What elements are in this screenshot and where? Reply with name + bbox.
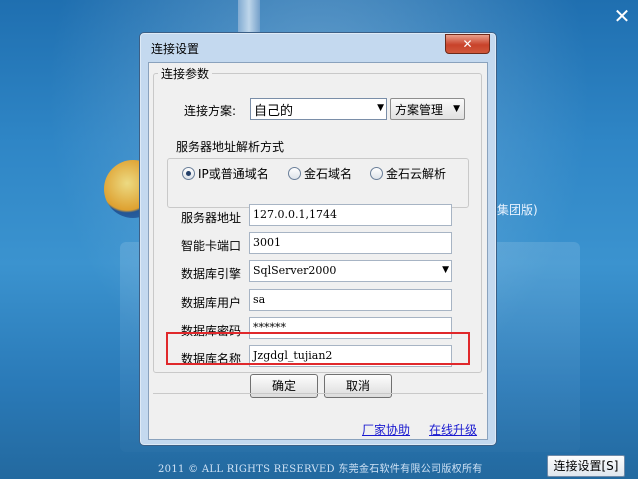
vendor-help-link[interactable]: 厂家协助 [362, 421, 410, 438]
dialog-titlebar[interactable]: 连接设置 ✕ [140, 33, 496, 61]
ok-button[interactable]: 确定 [250, 374, 318, 398]
connection-settings-button[interactable]: 连接设置[S] [547, 455, 625, 477]
radio-ip-domain[interactable] [182, 167, 195, 180]
radio-jinshi-domain-label[interactable]: 金石域名 [304, 165, 352, 182]
db-name-highlight-box [166, 332, 470, 365]
server-address-input[interactable]: 127.0.0.1,1744 [249, 204, 452, 226]
server-address-value: 127.0.0.1,1744 [253, 208, 337, 221]
scheme-manage-button[interactable]: 方案管理 ▼ [390, 98, 465, 120]
db-engine-select[interactable]: SqlServer2000 ▼ [249, 260, 452, 282]
db-engine-value: SqlServer2000 [253, 264, 337, 277]
db-user-input[interactable]: sa [249, 289, 452, 311]
online-upgrade-link[interactable]: 在线升级 [429, 421, 477, 438]
chevron-down-icon: ▼ [377, 103, 384, 113]
scheme-select-value: 自己的 [254, 104, 294, 119]
db-user-label: 数据库用户 [181, 296, 242, 310]
db-user-value: sa [253, 293, 266, 306]
radio-ip-domain-label[interactable]: IP或普通域名 [198, 165, 269, 182]
chevron-down-icon: ▼ [453, 104, 460, 114]
dialog-title: 连接设置 [151, 42, 200, 56]
radio-jinshi-cloud-label[interactable]: 金石云解析 [386, 165, 446, 182]
radio-jinshi-cloud[interactable] [370, 167, 383, 180]
close-icon: ✕ [462, 37, 473, 51]
cancel-button[interactable]: 取消 [324, 374, 392, 398]
radio-jinshi-domain[interactable] [288, 167, 301, 180]
card-port-input[interactable]: 3001 [249, 232, 452, 254]
background-brand-text: 集团版) [497, 203, 538, 217]
connection-settings-dialog: 连接设置 ✕ 连接参数 连接方案: 自己的 ▼ 方案管理 ▼ 服务器地址解析方式… [139, 32, 497, 446]
server-address-label: 服务器地址 [181, 211, 242, 225]
card-port-label: 智能卡端口 [181, 239, 242, 253]
scheme-manage-label: 方案管理 [395, 103, 444, 117]
db-engine-label: 数据库引擎 [181, 267, 242, 281]
resolve-method-title: 服务器地址解析方式 [173, 138, 288, 155]
connection-params-title: 连接参数 [158, 65, 213, 82]
dialog-close-button[interactable]: ✕ [445, 34, 490, 54]
dialog-body: 连接参数 连接方案: 自己的 ▼ 方案管理 ▼ 服务器地址解析方式 IP或普通域… [148, 62, 488, 440]
card-port-value: 3001 [253, 236, 281, 249]
chevron-down-icon: ▼ [442, 265, 449, 275]
footer-divider [153, 393, 483, 394]
scheme-select[interactable]: 自己的 ▼ [250, 98, 387, 120]
copyright-footer: 2011 © ALL RIGHTS RESERVED 东莞金石软件有限公司版权所… [158, 464, 483, 475]
scheme-label: 连接方案: [184, 104, 237, 118]
app-close-icon[interactable]: ✕ [612, 6, 632, 26]
